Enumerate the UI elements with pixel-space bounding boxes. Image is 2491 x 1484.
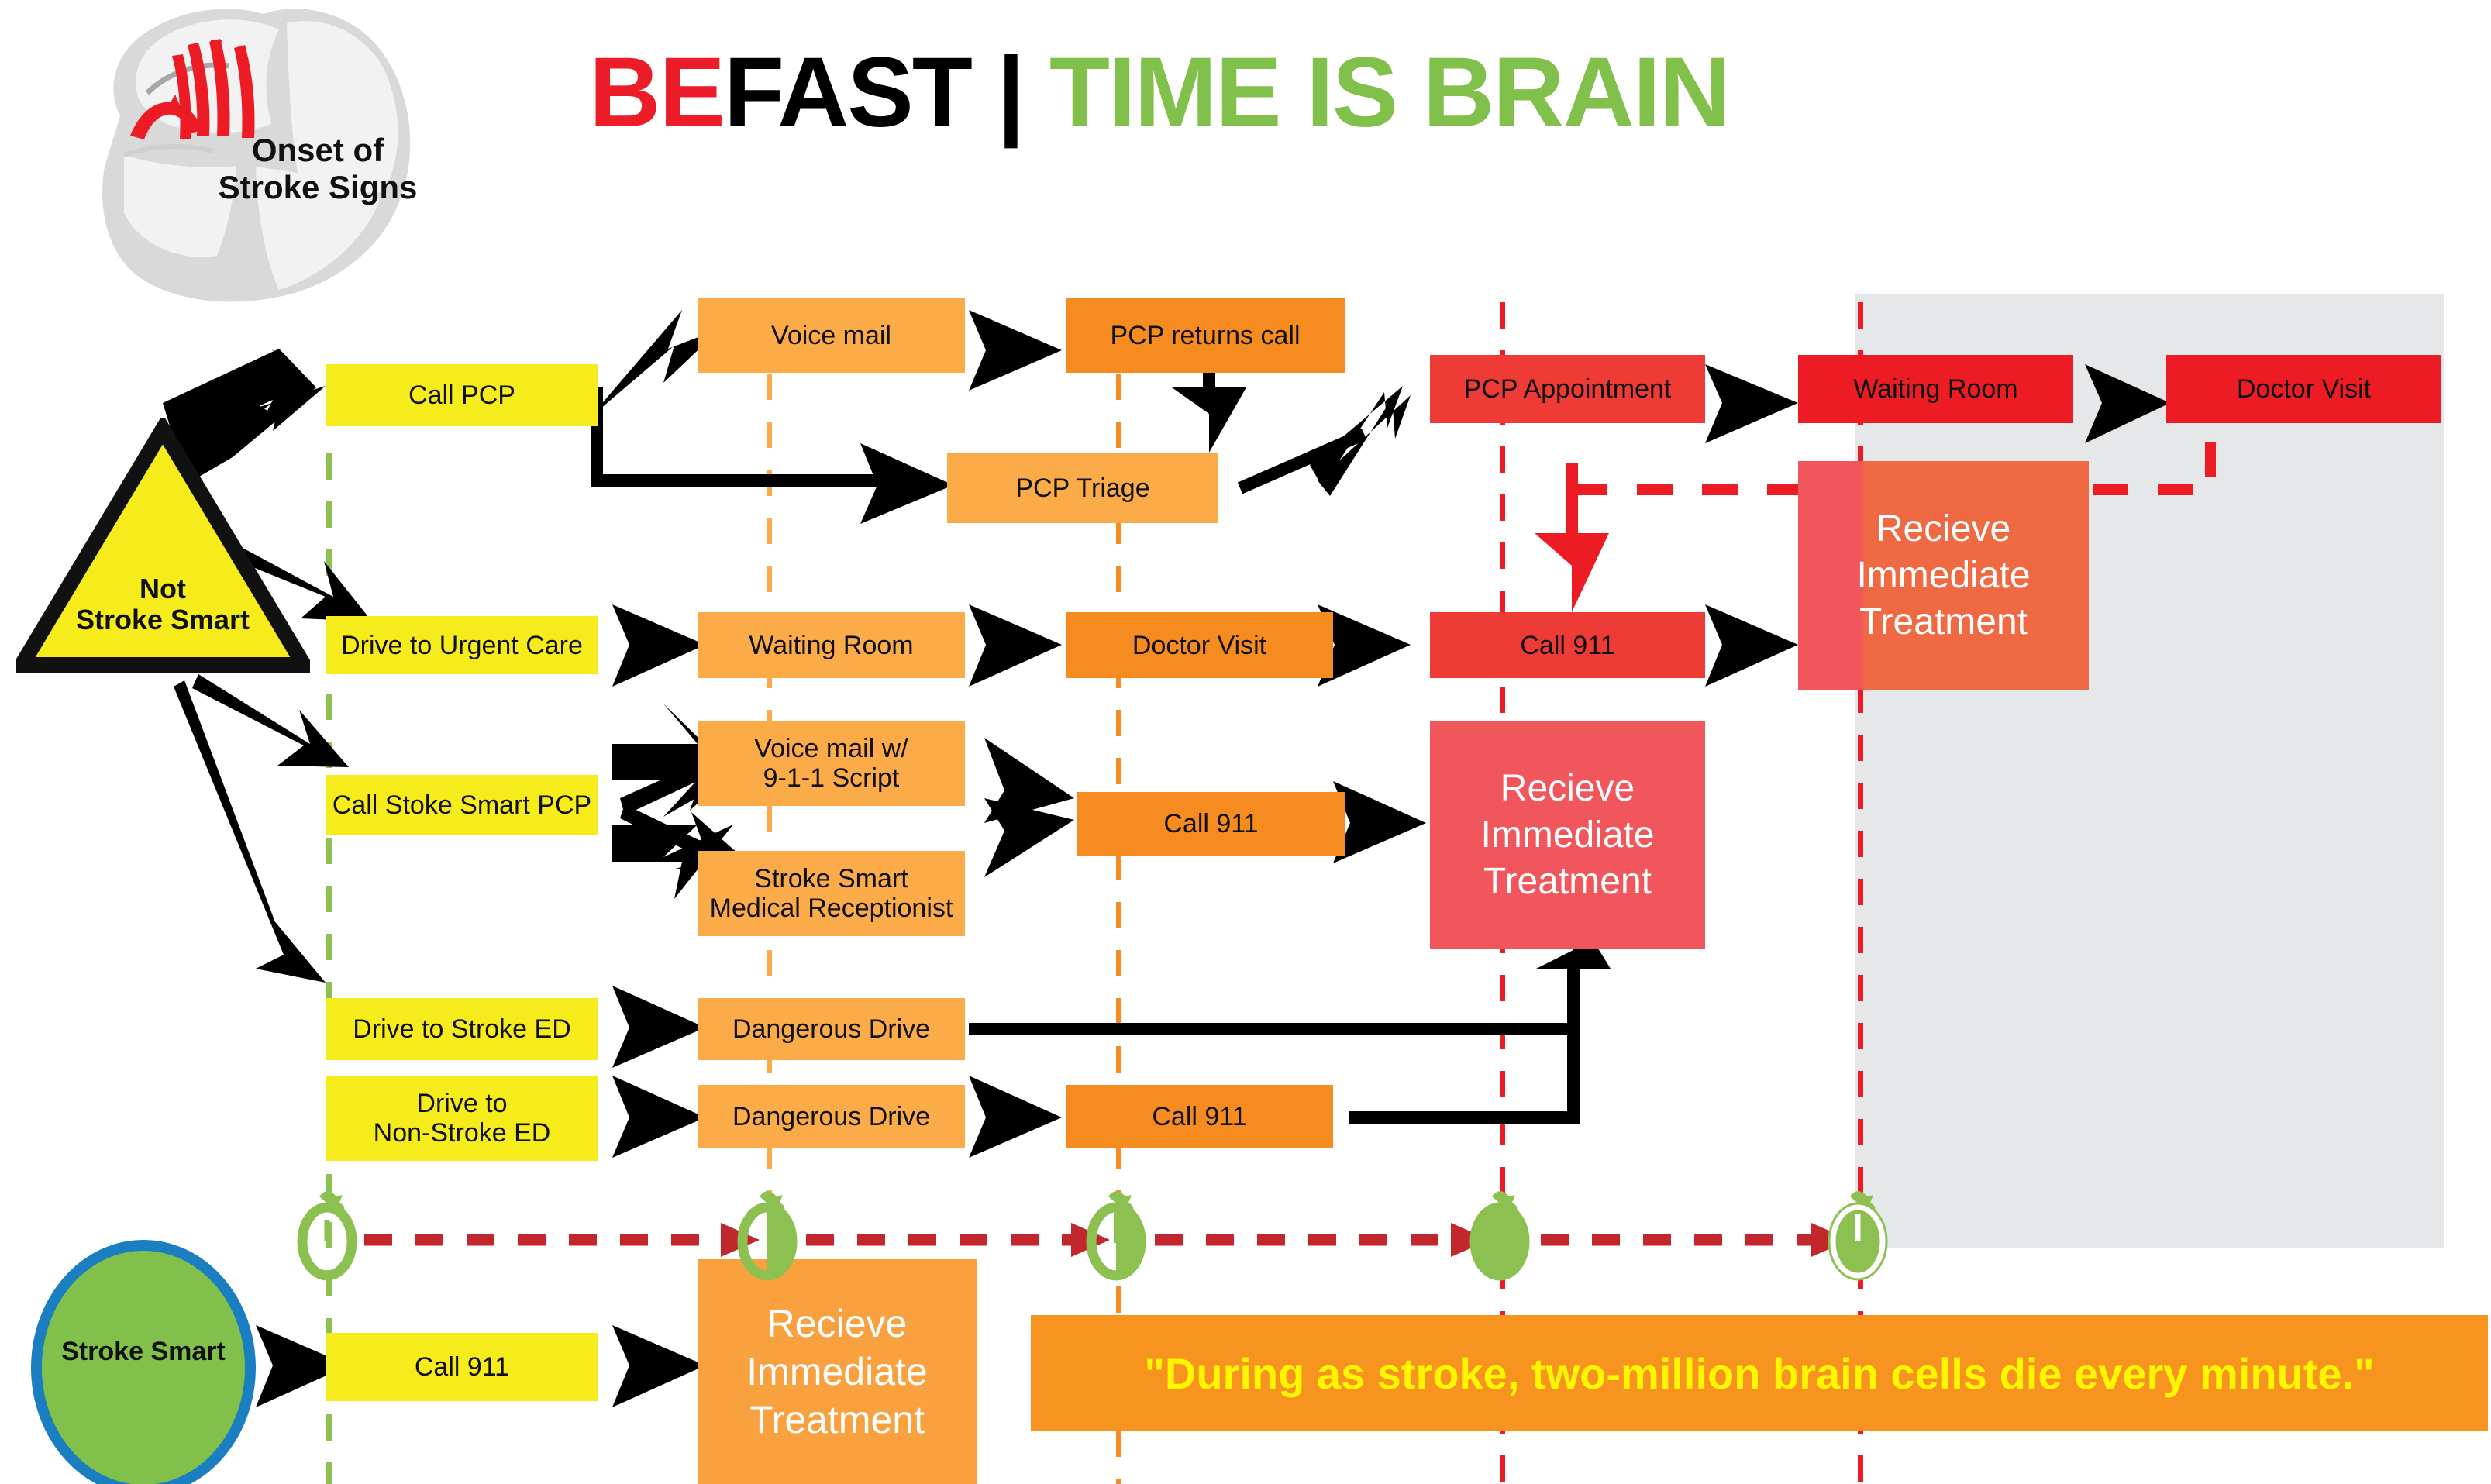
box-waiting-room-uc[interactable]: Waiting Room [698, 612, 965, 678]
not-stroke-smart-triangle[interactable] [16, 418, 310, 674]
box-pcp-appointment[interactable]: PCP Appointment [1430, 355, 1705, 423]
not-stroke-smart-line2: Stroke Smart [75, 604, 250, 635]
box-dangerous-drive-stroke-ed[interactable]: Dangerous Drive [698, 998, 965, 1060]
stopwatch-icon-1 [297, 1191, 357, 1281]
box-call-911-ss-pcp[interactable]: Call 911 [1077, 792, 1345, 856]
box-pcp-triage[interactable]: PCP Triage [947, 453, 1218, 523]
box-drive-to-stroke-ed[interactable]: Drive to Stroke ED [326, 998, 598, 1060]
box-call-911-uc[interactable]: Call 911 [1430, 612, 1705, 678]
stopwatch-icon-4 [1469, 1191, 1530, 1281]
non-stroke-ed-line2: Non-Stroke ED [373, 1118, 551, 1148]
quote-banner: "During as stroke, two-million brain cel… [1031, 1315, 2488, 1431]
box-drive-to-non-stroke-ed[interactable]: Drive to Non-Stroke ED [326, 1076, 598, 1161]
not-stroke-smart-line1: Not [140, 573, 186, 604]
title-time-is-brain: TIME IS BRAIN [1049, 37, 1731, 148]
page-title: BEFAST | TIME IS BRAIN [589, 39, 2449, 147]
not-stroke-smart-label: Not Stroke Smart [47, 573, 279, 635]
title-divider: | [997, 37, 1025, 148]
receptionist-line1: Stroke Smart [754, 864, 908, 893]
delay-zone-panel [1855, 294, 2444, 1248]
non-stroke-ed-line1: Drive to [416, 1089, 508, 1118]
infographic-canvas: Onset of Stroke Signs BEFAST | TIME IS B… [0, 0, 2491, 1484]
box-call-stoke-smart-pcp[interactable]: Call Stoke Smart PCP [326, 775, 598, 835]
stopwatch-icon-5 [1828, 1191, 1888, 1281]
box-dangerous-drive-non-stroke-ed[interactable]: Dangerous Drive [698, 1085, 965, 1148]
title-fast: FAST [723, 37, 973, 148]
box-waiting-room-pcp[interactable]: Waiting Room [1798, 355, 2073, 423]
logo-caption-line1: Onset of [251, 132, 384, 168]
timeline-vline-1 [326, 453, 332, 1484]
box-call-pcp[interactable]: Call PCP [326, 364, 598, 426]
box-pcp-returns-call[interactable]: PCP returns call [1066, 298, 1345, 373]
logo-caption-line2: Stroke Signs [218, 169, 418, 205]
stroke-smart-label: Stroke Smart [61, 1337, 226, 1366]
box-recieve-immediate-treatment-mid[interactable]: Recieve Immediate Treatment [1430, 721, 1705, 949]
box-call-911-non-stroke-ed[interactable]: Call 911 [1066, 1085, 1333, 1148]
logo-caption: Onset of Stroke Signs [155, 132, 481, 206]
vm-script-line1: Voice mail w/ [754, 734, 908, 763]
receptionist-line2: Medical Receptionist [709, 893, 953, 923]
box-doctor-visit-uc[interactable]: Doctor Visit [1066, 612, 1333, 678]
stopwatch-icon-2 [737, 1191, 798, 1281]
box-drive-to-urgent-care[interactable]: Drive to Urgent Care [326, 616, 598, 674]
timeline-strip [297, 1191, 1888, 1281]
title-be: BE [589, 37, 725, 148]
box-voice-mail[interactable]: Voice mail [698, 298, 965, 373]
vm-script-line2: 9-1-1 Script [763, 763, 900, 793]
box-recieve-immediate-treatment-pcp[interactable]: Recieve Immediate Treatment [1798, 461, 2089, 690]
box-voice-mail-911-script[interactable]: Voice mail w/ 9-1-1 Script [698, 721, 965, 806]
box-stroke-smart-receptionist[interactable]: Stroke Smart Medical Receptionist [698, 851, 965, 936]
box-call-911-stroke-smart[interactable]: Call 911 [326, 1333, 598, 1401]
box-doctor-visit-pcp[interactable]: Doctor Visit [2166, 355, 2441, 423]
stopwatch-icon-3 [1086, 1191, 1146, 1281]
